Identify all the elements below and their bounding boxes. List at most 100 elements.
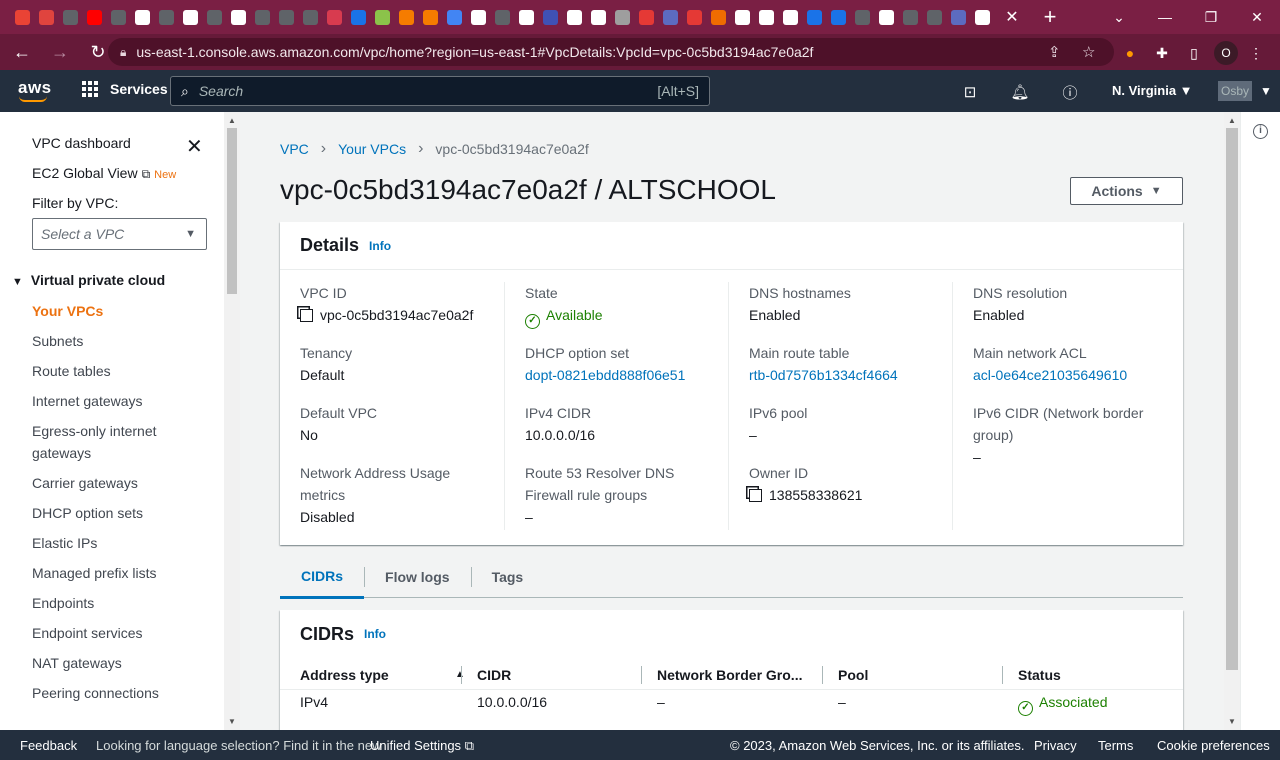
col-network-border-group[interactable]: Network Border Gro... xyxy=(640,660,802,690)
restore-button[interactable]: ❐ xyxy=(1188,0,1234,34)
back-button[interactable]: ← xyxy=(6,36,38,68)
extensions-puzzle-icon[interactable]: ✚ xyxy=(1150,41,1174,65)
account-menu[interactable]: Osby ▼ xyxy=(1218,80,1272,102)
address-bar[interactable]: 🔒︎ us-east-1.console.aws.amazon.com/vpc/… xyxy=(108,38,1114,66)
sidebar-item-endpoints[interactable]: Endpoints xyxy=(32,592,212,614)
browser-tab[interactable] xyxy=(346,0,370,34)
detail-value[interactable]: dopt-0821ebdd888f06e51 xyxy=(525,364,715,386)
browser-tab[interactable] xyxy=(178,0,202,34)
browser-tab[interactable] xyxy=(706,0,730,34)
bookmark-star-icon[interactable]: ☆ xyxy=(1082,38,1095,66)
side-panel-icon[interactable]: ▯ xyxy=(1182,41,1206,65)
sidebar-item-nat-gateways[interactable]: NAT gateways xyxy=(32,652,212,674)
vpc-filter-select[interactable]: Select a VPC ▼ xyxy=(32,218,207,250)
sidebar-item-subnets[interactable]: Subnets xyxy=(32,330,212,352)
region-selector[interactable]: N. Virginia ▼ xyxy=(1112,83,1193,98)
help-icon[interactable]: ⓘ xyxy=(1058,80,1082,104)
cidrs-info-link[interactable]: Info xyxy=(364,627,386,641)
sidebar-item-endpoint-services[interactable]: Endpoint services xyxy=(32,622,212,644)
tab-cidrs[interactable]: CIDRs xyxy=(280,557,365,599)
sidebar-item-egress-only-internet-gateways[interactable]: Egress-only internet gateways xyxy=(32,420,212,464)
browser-tab[interactable] xyxy=(274,0,298,34)
browser-tab[interactable] xyxy=(754,0,778,34)
sort-ascending-icon[interactable]: ▲ xyxy=(455,669,465,680)
sidebar-scrollbar[interactable]: ▲ ▼ xyxy=(224,112,240,730)
browser-tab[interactable] xyxy=(946,0,970,34)
details-info-link[interactable]: Info xyxy=(369,239,391,253)
copy-icon[interactable] xyxy=(300,309,313,322)
browser-tab[interactable] xyxy=(466,0,490,34)
aws-logo[interactable]: aws xyxy=(18,78,52,102)
browser-tab[interactable] xyxy=(442,0,466,34)
browser-tab[interactable] xyxy=(34,0,58,34)
cookie-preferences-link[interactable]: Cookie preferences xyxy=(1157,738,1270,753)
sidebar-item-managed-prefix-lists[interactable]: Managed prefix lists xyxy=(32,562,212,584)
sidebar-item-carrier-gateways[interactable]: Carrier gateways xyxy=(32,472,212,494)
detail-value[interactable]: rtb-0d7576b1334cf4664 xyxy=(749,364,939,386)
browser-tab[interactable] xyxy=(394,0,418,34)
browser-tab[interactable] xyxy=(130,0,154,34)
browser-tab[interactable] xyxy=(106,0,130,34)
detail-value[interactable]: acl-0e64ce21035649610 xyxy=(973,364,1163,386)
tab-flow-logs[interactable]: Flow logs xyxy=(364,556,471,598)
browser-tab[interactable] xyxy=(514,0,538,34)
col-address-type[interactable]: Address type ▲ xyxy=(300,660,465,690)
browser-tab[interactable] xyxy=(202,0,226,34)
browser-tab[interactable] xyxy=(874,0,898,34)
tab-search-icon[interactable]: ⌄ xyxy=(1096,0,1142,34)
breadcrumb-vpc[interactable]: VPC xyxy=(280,141,309,157)
sidebar-section-virtual-private-cloud[interactable]: ▼ Virtual private cloud xyxy=(12,272,165,288)
main-scrollbar[interactable]: ▲ ▼ xyxy=(1224,112,1240,730)
notifications-bell-icon[interactable]: 🔔︎ xyxy=(1008,80,1032,104)
privacy-link[interactable]: Privacy xyxy=(1034,738,1077,753)
breadcrumb-your-vpcs[interactable]: Your VPCs xyxy=(338,141,406,157)
unified-settings-link[interactable]: Unified Settings ⧉ xyxy=(370,738,474,754)
col-cidr[interactable]: CIDR xyxy=(460,660,511,690)
browser-tab[interactable] xyxy=(802,0,826,34)
col-pool[interactable]: Pool xyxy=(821,660,868,690)
browser-menu-icon[interactable]: ⋮ xyxy=(1244,41,1268,65)
new-tab-button[interactable]: + xyxy=(1030,0,1070,34)
browser-tab[interactable] xyxy=(82,0,106,34)
forward-button[interactable]: → xyxy=(44,36,76,68)
sidebar-ec2-global-view[interactable]: EC2 Global View ⧉ New xyxy=(32,165,176,182)
browser-tab[interactable] xyxy=(898,0,922,34)
browser-tab[interactable] xyxy=(658,0,682,34)
sidebar-item-route-tables[interactable]: Route tables xyxy=(32,360,212,382)
browser-tab[interactable] xyxy=(562,0,586,34)
browser-tab[interactable] xyxy=(610,0,634,34)
browser-tab[interactable] xyxy=(850,0,874,34)
sidebar-item-internet-gateways[interactable]: Internet gateways xyxy=(32,390,212,412)
terms-link[interactable]: Terms xyxy=(1098,738,1133,753)
browser-tab[interactable] xyxy=(634,0,658,34)
sidebar-vpc-dashboard[interactable]: VPC dashboard xyxy=(32,135,131,151)
browser-tab[interactable] xyxy=(58,0,82,34)
browser-tab[interactable] xyxy=(970,0,994,34)
browser-tab[interactable] xyxy=(682,0,706,34)
browser-tab[interactable] xyxy=(298,0,322,34)
sidebar-item-dhcp-option-sets[interactable]: DHCP option sets xyxy=(32,502,212,524)
browser-tab[interactable] xyxy=(226,0,250,34)
browser-tab[interactable] xyxy=(490,0,514,34)
search-input[interactable]: ⌕ Search [Alt+S] xyxy=(170,76,710,106)
info-panel-icon[interactable]: i xyxy=(1253,124,1268,139)
close-tab-icon[interactable]: ✕ xyxy=(994,0,1030,34)
services-menu-button[interactable]: Services xyxy=(82,81,168,97)
browser-tab[interactable] xyxy=(418,0,442,34)
feedback-link[interactable]: Feedback xyxy=(20,738,77,753)
browser-tab[interactable] xyxy=(922,0,946,34)
close-window-button[interactable]: ✕ xyxy=(1234,0,1280,34)
minimize-button[interactable]: — xyxy=(1142,0,1188,34)
browser-tab[interactable] xyxy=(250,0,274,34)
browser-tab[interactable] xyxy=(826,0,850,34)
actions-button[interactable]: Actions ▼ xyxy=(1070,177,1183,205)
sidebar-item-peering-connections[interactable]: Peering connections xyxy=(32,682,212,704)
sidebar-item-elastic-ips[interactable]: Elastic IPs xyxy=(32,532,212,554)
tab-tags[interactable]: Tags xyxy=(470,556,545,598)
browser-tab[interactable] xyxy=(586,0,610,34)
browser-tab[interactable] xyxy=(778,0,802,34)
share-icon[interactable]: ⇪ xyxy=(1048,38,1061,66)
browser-tab[interactable] xyxy=(370,0,394,34)
col-status[interactable]: Status xyxy=(1002,660,1061,690)
profile-avatar[interactable]: O xyxy=(1214,41,1238,65)
